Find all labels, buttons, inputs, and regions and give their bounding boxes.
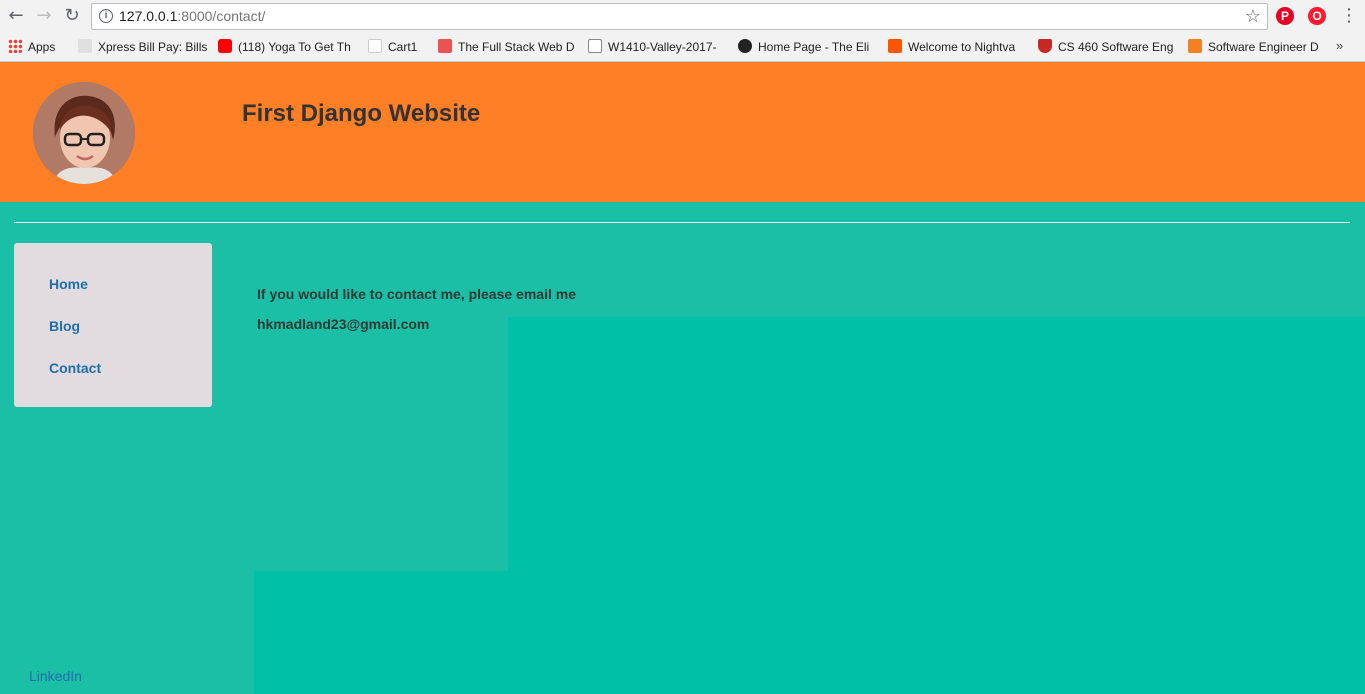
url-host: 127.0.0.1 <box>119 8 178 24</box>
bookmark-software-engineer[interactable]: Software Engineer D <box>1188 39 1326 55</box>
url-text[interactable]: 127.0.0.1:8000/contact/ <box>119 8 265 24</box>
info-icon[interactable]: i <box>99 9 113 23</box>
sidebar-item-home[interactable]: Home <box>49 276 88 292</box>
site-title: First Django Website <box>242 100 481 127</box>
divider <box>14 222 1350 223</box>
bookmarks-overflow-button[interactable]: » <box>1336 38 1343 53</box>
bookmark-cart[interactable]: Cart1 <box>368 39 428 55</box>
sidebar-item-blog[interactable]: Blog <box>49 318 80 334</box>
reload-icon[interactable]: ↻ <box>61 5 83 27</box>
contact-email: hkmadland23@gmail.com <box>257 316 430 332</box>
bookmarks-bar: Apps Xpress Bill Pay: Bills (118) Yoga T… <box>0 32 1365 62</box>
bookmark-label: Home Page - The Eli <box>758 40 870 54</box>
linkedin-link[interactable]: LinkedIn <box>29 668 82 684</box>
forward-arrow-icon[interactable]: → <box>33 5 55 27</box>
bookmark-home-page[interactable]: Home Page - The Eli <box>738 39 876 55</box>
bookmark-label: CS 460 Software Eng <box>1058 40 1174 54</box>
amazon-icon <box>368 39 382 53</box>
back-arrow-icon[interactable]: ← <box>5 5 27 27</box>
bookmark-label: W1410-Valley-2017- <box>608 40 717 54</box>
kebab-menu-icon[interactable]: ⋮ <box>1340 5 1358 26</box>
bookmark-label: Xpress Bill Pay: Bills <box>98 40 208 54</box>
bookmark-label: Apps <box>28 40 56 54</box>
youtube-icon <box>218 39 232 53</box>
bookmark-xpress[interactable]: Xpress Bill Pay: Bills <box>78 39 208 55</box>
bookmark-udemy[interactable]: The Full Stack Web D <box>438 39 576 55</box>
bookmark-label: (118) Yoga To Get Th <box>238 40 351 54</box>
site-header: First Django Website <box>0 62 1365 202</box>
url-path: :8000/contact/ <box>177 8 266 24</box>
xpress-icon <box>78 39 92 53</box>
bookmark-label: Welcome to Nightva <box>908 40 1016 54</box>
content-background <box>508 317 1365 694</box>
bookmark-apps[interactable]: Apps <box>8 39 70 55</box>
document-icon <box>588 39 602 53</box>
opera-icon[interactable]: O <box>1308 7 1326 25</box>
sidebar-item-contact[interactable]: Contact <box>49 360 101 376</box>
bookmark-label: Software Engineer D <box>1208 40 1319 54</box>
address-bar[interactable]: i 127.0.0.1:8000/contact/ ☆ <box>91 3 1268 30</box>
avatar <box>33 82 135 184</box>
soundcloud-icon <box>888 39 902 53</box>
profile-photo <box>33 82 135 184</box>
stackoverflow-icon <box>1188 39 1202 53</box>
pinterest-icon[interactable]: P <box>1276 7 1294 25</box>
bookmark-label: The Full Stack Web D <box>458 40 575 54</box>
bookmark-star-icon[interactable]: ☆ <box>1245 6 1261 27</box>
bookmark-document[interactable]: W1410-Valley-2017- <box>588 39 726 55</box>
content-background <box>254 571 508 694</box>
bookmark-label: Cart1 <box>388 40 418 54</box>
contact-message: If you would like to contact me, please … <box>257 286 576 302</box>
shield-icon <box>1038 39 1052 53</box>
browser-toolbar: ← → ↻ i 127.0.0.1:8000/contact/ ☆ P O ⋮ <box>0 0 1365 32</box>
apps-grid-icon <box>8 39 22 53</box>
sidebar-nav: Home Blog Contact <box>14 243 212 407</box>
bookmark-youtube[interactable]: (118) Yoga To Get Th <box>218 39 356 55</box>
bookmark-cs460[interactable]: CS 460 Software Eng <box>1038 39 1176 55</box>
udemy-icon <box>438 39 452 53</box>
ninja-icon <box>738 39 752 53</box>
bookmark-nightvale[interactable]: Welcome to Nightva <box>888 39 1026 55</box>
